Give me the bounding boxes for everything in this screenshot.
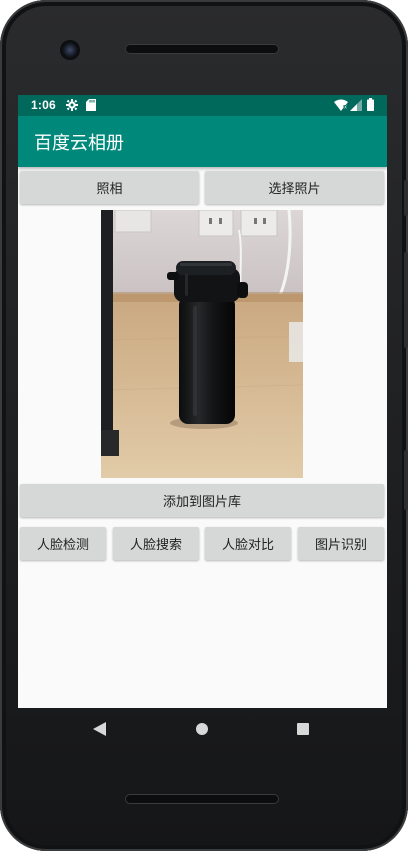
recents-square-icon[interactable] [297,723,309,735]
wifi-icon: x [334,99,348,111]
front-camera-icon [62,42,78,58]
face-compare-button[interactable]: 人脸对比 [205,527,291,560]
add-to-library-button[interactable]: 添加到图片库 [20,484,384,517]
battery-icon [367,98,374,111]
bottom-speaker [125,794,279,804]
face-detection-button[interactable]: 人脸检测 [20,527,106,560]
app-bar: 百度云相册 [18,116,387,167]
earpiece-speaker [125,44,279,54]
settings-gear-icon [66,99,78,111]
status-time: 1:06 [31,98,56,112]
side-button [404,180,408,216]
cellular-signal-icon [350,99,362,111]
volume-button [404,252,408,348]
screen: 1:06 x 百度云相册 照相 选择照片 添加到图片库 人脸检测 人脸搜索 人脸… [18,95,387,708]
phone-frame: 1:06 x 百度云相册 照相 选择照片 添加到图片库 人脸检测 人脸搜索 人脸… [0,0,408,851]
black-thermos-bottle-photo [101,210,303,478]
power-button [404,450,408,510]
home-circle-icon[interactable] [196,723,208,735]
status-bar: 1:06 x [18,95,387,116]
sd-card-icon [86,99,96,111]
take-photo-button[interactable]: 照相 [20,171,199,204]
face-search-button[interactable]: 人脸搜索 [113,527,199,560]
image-recognition-button[interactable]: 图片识别 [298,527,384,560]
back-triangle-icon[interactable] [93,722,106,736]
photo-illustration [101,210,303,478]
choose-photo-button[interactable]: 选择照片 [205,171,384,204]
app-title: 百度云相册 [34,133,124,154]
